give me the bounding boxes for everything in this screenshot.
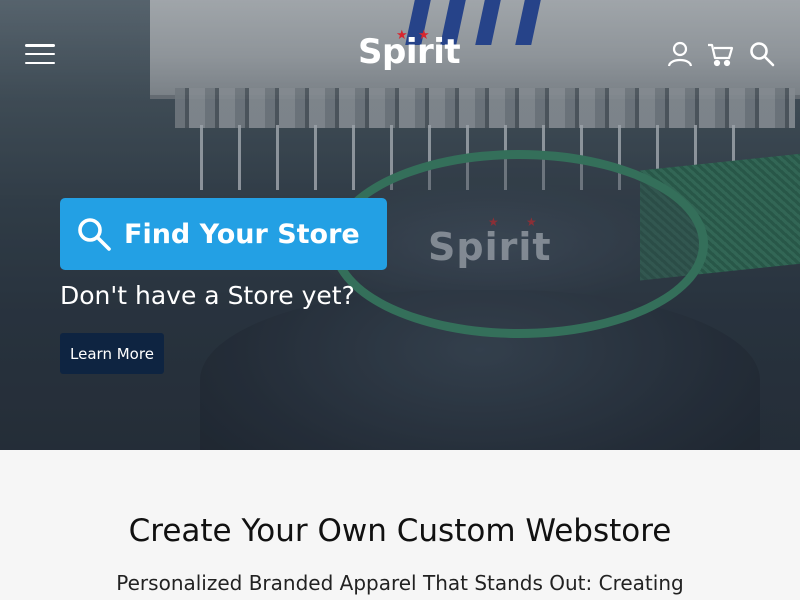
menu-line	[25, 52, 55, 56]
search-icon[interactable]	[748, 40, 776, 68]
menu-line	[25, 44, 55, 47]
star-icon: ★	[418, 28, 430, 43]
section-subtitle: Personalized Branded Apparel That Stands…	[116, 571, 684, 595]
star-icon: ★	[396, 28, 408, 43]
find-store-label: Find Your Store	[124, 218, 360, 250]
hero-banner: Spirit ★ ★ Spirit ★ ★ Find Your Store Do…	[0, 0, 800, 450]
no-store-text: Don't have a Store yet?	[60, 281, 355, 310]
learn-more-button[interactable]: Learn More	[60, 333, 164, 374]
find-store-button[interactable]: Find Your Store	[60, 198, 387, 270]
user-icon[interactable]	[666, 40, 694, 68]
section-title: Create Your Own Custom Webstore	[128, 513, 672, 549]
webstore-section: Create Your Own Custom Webstore Personal…	[0, 450, 800, 600]
cart-icon[interactable]	[706, 40, 734, 68]
hamburger-menu-icon[interactable]	[22, 40, 58, 68]
logo-text: Spirit	[358, 32, 461, 72]
menu-line	[25, 61, 55, 64]
search-icon	[78, 218, 111, 251]
site-logo[interactable]: Spirit ★ ★	[358, 28, 461, 72]
